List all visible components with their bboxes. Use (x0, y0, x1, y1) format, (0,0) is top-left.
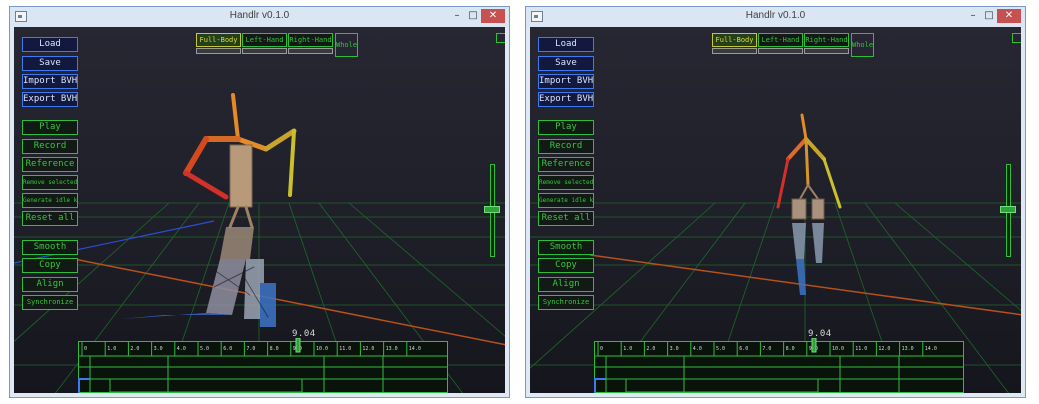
tab-left-hand-bar (758, 48, 803, 54)
export-bvh-button[interactable]: Export BVH (22, 92, 78, 107)
reset-all-button[interactable]: Reset all (22, 211, 78, 226)
timeline-tick-label: 6.0 (223, 346, 232, 352)
remove-selected-button[interactable]: Remove selected (22, 175, 78, 190)
timeline-tick-label: 0 (84, 346, 87, 352)
smooth-button[interactable]: Smooth (22, 240, 78, 255)
timeline-tick-label: 7.0 (246, 346, 255, 352)
timeline-tick-label: 1.0 (623, 346, 632, 352)
tab-right-hand[interactable]: Right-Hand (288, 33, 333, 47)
timeline-tick-label: 10.0 (316, 346, 328, 352)
timeline-tick-label: 6.0 (739, 346, 748, 352)
minimize-icon[interactable]: – (449, 9, 465, 23)
tab-left-hand-bar (242, 48, 287, 54)
timeline-tick-label: 12.0 (878, 346, 890, 352)
vertical-slider-thumb[interactable] (484, 206, 500, 213)
timeline-tick-label: 5.0 (716, 346, 725, 352)
options-checkbox[interactable] (1012, 33, 1021, 43)
app-window-right: Handlr v0.1.0 – □ ✕ Load Save Import BVH… (525, 6, 1026, 398)
generate-idle-keys-button[interactable]: Generate idle keys (22, 193, 78, 208)
tab-right-hand-bar (804, 48, 849, 54)
load-button[interactable]: Load (22, 37, 78, 52)
title-bar[interactable]: Handlr v0.1.0 – □ ✕ (526, 7, 1025, 27)
timeline-tick-label: 0 (600, 346, 603, 352)
import-bvh-button[interactable]: Import BVH (22, 74, 78, 89)
reset-all-button[interactable]: Reset all (538, 211, 594, 226)
tab-full-body-bar (712, 48, 757, 54)
title-bar[interactable]: Handlr v0.1.0 – □ ✕ (10, 7, 509, 27)
export-bvh-button[interactable]: Export BVH (538, 92, 594, 107)
app-window-left: Handlr v0.1.0 – □ ✕ Load Save Import BVH… (9, 6, 510, 398)
vertical-slider-thumb[interactable] (1000, 206, 1016, 213)
align-button[interactable]: Align (22, 277, 78, 292)
play-button[interactable]: Play (538, 120, 594, 135)
minimize-icon[interactable]: – (965, 9, 981, 23)
tab-full-body[interactable]: Full-Body (712, 33, 757, 47)
timeline-tick-label: 2.0 (646, 346, 655, 352)
record-button[interactable]: Record (22, 139, 78, 154)
synchronize-button[interactable]: Synchronize (22, 295, 78, 310)
timeline[interactable]: 01.02.03.04.05.06.07.08.09.010.011.012.0… (594, 338, 968, 393)
timeline-tick-label: 1.0 (107, 346, 116, 352)
remove-selected-button[interactable]: Remove selected (538, 175, 594, 190)
save-button[interactable]: Save (538, 56, 594, 71)
timeline-tick-label: 12.0 (362, 346, 374, 352)
align-button[interactable]: Align (538, 277, 594, 292)
close-icon[interactable]: ✕ (481, 9, 505, 23)
timeline-tick-label: 2.0 (130, 346, 139, 352)
options-checkbox[interactable] (496, 33, 505, 43)
timeline[interactable]: 01.02.03.04.05.06.07.08.09.010.011.012.0… (78, 338, 452, 393)
close-icon[interactable]: ✕ (997, 9, 1021, 23)
timeline-tick-label: 5.0 (200, 346, 209, 352)
timeline-tick-label: 4.0 (693, 346, 702, 352)
load-button[interactable]: Load (538, 37, 594, 52)
timeline-tick-label: 11.0 (855, 346, 867, 352)
save-button[interactable]: Save (22, 56, 78, 71)
3d-viewport[interactable]: Load Save Import BVH Export BVH Play Rec… (14, 27, 505, 393)
record-button[interactable]: Record (538, 139, 594, 154)
skeleton-figure (776, 113, 842, 295)
3d-viewport[interactable]: Load Save Import BVH Export BVH Play Rec… (530, 27, 1021, 393)
x-axis-line (589, 254, 1021, 316)
tab-right-hand-bar (288, 48, 333, 54)
tab-left-hand[interactable]: Left-Hand (758, 33, 803, 47)
copy-button[interactable]: Copy (22, 258, 78, 273)
whole-toggle[interactable]: Whole (335, 33, 358, 57)
tab-full-body-bar (196, 48, 241, 54)
tab-left-hand[interactable]: Left-Hand (242, 33, 287, 47)
smooth-button[interactable]: Smooth (538, 240, 594, 255)
skeleton-figure (122, 93, 297, 327)
timeline-tick-label: 3.0 (154, 346, 163, 352)
timeline-tick-label: 14.0 (925, 346, 937, 352)
maximize-icon[interactable]: □ (465, 9, 481, 23)
timeline-playhead[interactable] (295, 338, 301, 353)
timeline-tick-label: 10.0 (832, 346, 844, 352)
generate-idle-keys-button[interactable]: Generate idle keys (538, 193, 594, 208)
timeline-tick-label: 13.0 (386, 346, 398, 352)
play-button[interactable]: Play (22, 120, 78, 135)
timeline-playhead[interactable] (811, 338, 817, 353)
tab-right-hand[interactable]: Right-Hand (804, 33, 849, 47)
timeline-tick-label: 3.0 (670, 346, 679, 352)
synchronize-button[interactable]: Synchronize (538, 295, 594, 310)
timeline-tick-label: 13.0 (902, 346, 914, 352)
timeline-tick-label: 7.0 (762, 346, 771, 352)
reference-button[interactable]: Reference (538, 157, 594, 172)
timeline-tick-label: 8.0 (786, 346, 795, 352)
whole-toggle[interactable]: Whole (851, 33, 874, 57)
tab-full-body[interactable]: Full-Body (196, 33, 241, 47)
timeline-tick-label: 4.0 (177, 346, 186, 352)
x-axis-line (73, 258, 505, 346)
window-title: Handlr v0.1.0 (229, 10, 290, 21)
window-title: Handlr v0.1.0 (745, 10, 806, 21)
copy-button[interactable]: Copy (538, 258, 594, 273)
maximize-icon[interactable]: □ (981, 9, 997, 23)
timeline-tick-label: 8.0 (270, 346, 279, 352)
timeline-tick-label: 14.0 (409, 346, 421, 352)
import-bvh-button[interactable]: Import BVH (538, 74, 594, 89)
timeline-tick-label: 11.0 (339, 346, 351, 352)
reference-button[interactable]: Reference (22, 157, 78, 172)
